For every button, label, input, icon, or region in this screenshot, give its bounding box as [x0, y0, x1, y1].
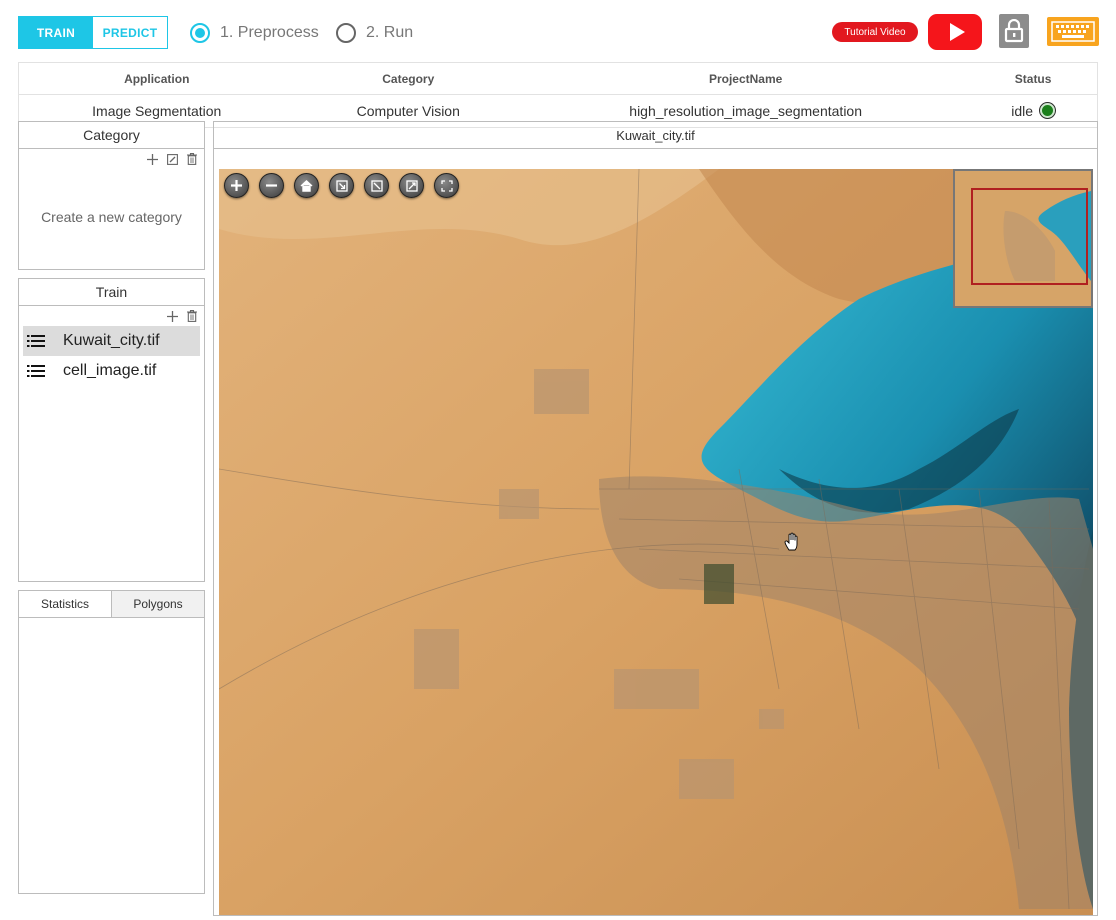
list-icon: [27, 365, 45, 377]
step-run-radio[interactable]: 2. Run: [336, 23, 413, 43]
youtube-play-button[interactable]: [928, 14, 982, 50]
train-file-name: cell_image.tif: [63, 362, 157, 379]
train-file-item[interactable]: cell_image.tif: [23, 356, 200, 386]
list-icon: [27, 335, 45, 347]
step-run-label: 2. Run: [366, 24, 414, 41]
mode-toggle: TRAIN PREDICT: [18, 16, 168, 49]
train-mode-button[interactable]: TRAIN: [19, 17, 93, 48]
train-toolbar: [19, 306, 204, 326]
tab-polygons[interactable]: Polygons: [111, 591, 204, 617]
application-value: Image Segmentation: [92, 103, 222, 119]
add-category-icon[interactable]: [146, 153, 158, 165]
map-controls: [224, 173, 459, 198]
play-icon: [949, 23, 965, 41]
predict-mode-button[interactable]: PREDICT: [93, 17, 167, 48]
category-panel-title: Category: [19, 122, 204, 149]
statistics-panel: Statistics Polygons: [18, 590, 205, 894]
keyboard-shortcuts-button[interactable]: [1047, 17, 1099, 46]
image-viewer: Kuwait_city.tif: [213, 121, 1098, 916]
fit-icon[interactable]: [329, 173, 354, 198]
draw-icon[interactable]: [364, 173, 389, 198]
create-category-hint[interactable]: Create a new category: [19, 209, 204, 225]
viewer-title: Kuwait_city.tif: [214, 122, 1097, 149]
tab-statistics[interactable]: Statistics: [19, 591, 111, 617]
zoom-out-icon[interactable]: [259, 173, 284, 198]
tutorial-video-badge[interactable]: Tutorial Video: [832, 22, 918, 42]
project-info-table: Application Category ProjectName Status …: [18, 62, 1098, 128]
train-panel: Train Kuwait_city.tif cell_image.tif: [18, 278, 205, 582]
edit-icon[interactable]: [399, 173, 424, 198]
status-value: idle: [1011, 103, 1034, 119]
header-application: Application: [124, 71, 190, 86]
lock-icon: [1004, 19, 1024, 43]
step-preprocess-label: 1. Preprocess: [220, 24, 319, 41]
header-status: Status: [1014, 71, 1052, 86]
home-icon[interactable]: [294, 173, 319, 198]
keyboard-icon: [1051, 21, 1095, 42]
edit-category-icon[interactable]: [166, 153, 178, 165]
status-indicator-icon: [1039, 103, 1055, 118]
delete-train-file-icon[interactable]: [186, 310, 198, 322]
zoom-in-icon[interactable]: [224, 173, 249, 198]
project-table-header: Application Category ProjectName Status: [19, 63, 1097, 95]
map-canvas[interactable]: [219, 169, 1093, 915]
category-toolbar: [19, 149, 204, 169]
stats-tabs: Statistics Polygons: [19, 591, 204, 618]
hand-cursor-icon: [784, 532, 798, 551]
train-file-name: Kuwait_city.tif: [63, 332, 160, 349]
train-panel-title: Train: [19, 279, 204, 306]
step-preprocess-radio[interactable]: 1. Preprocess: [190, 23, 319, 43]
delete-category-icon[interactable]: [186, 153, 198, 165]
category-panel: Category Create a new category: [18, 121, 205, 270]
radio-unchecked-icon: [336, 23, 356, 43]
project-name-value: high_resolution_image_segmentation: [629, 103, 862, 119]
lock-button[interactable]: [999, 14, 1029, 48]
overview-minimap[interactable]: [953, 169, 1093, 308]
radio-checked-icon: [190, 23, 210, 43]
add-train-file-icon[interactable]: [166, 310, 178, 322]
fullscreen-icon[interactable]: [434, 173, 459, 198]
status-cell: idle: [969, 103, 1097, 119]
minimap-viewport-frame[interactable]: [971, 188, 1088, 285]
header-project-name: ProjectName: [708, 71, 783, 86]
header-category: Category: [382, 71, 435, 86]
train-file-item[interactable]: Kuwait_city.tif: [23, 326, 200, 356]
category-value: Computer Vision: [356, 103, 460, 119]
